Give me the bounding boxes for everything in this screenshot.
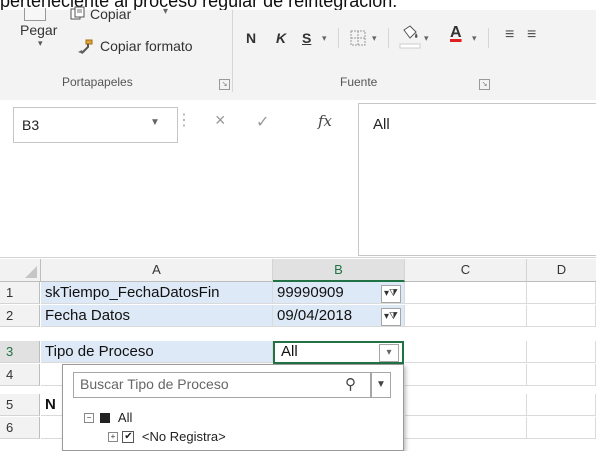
cell-d4[interactable] [527, 364, 596, 386]
cell-a2[interactable]: Fecha Datos [41, 305, 273, 327]
column-header-c[interactable]: C [405, 259, 527, 282]
confirm-entry-icon[interactable]: ✓ [256, 112, 269, 132]
formula-input[interactable] [358, 103, 596, 256]
filter-search-placeholder: Buscar Tipo de Proceso [80, 376, 229, 392]
format-painter-icon[interactable] [76, 38, 94, 56]
cell-d6[interactable] [527, 417, 596, 439]
copy-dropdown-icon[interactable]: ▾ [163, 6, 168, 17]
copy-button[interactable]: Copiar [90, 6, 131, 22]
copy-icon[interactable] [70, 6, 86, 20]
checkbox-checked-icon[interactable]: ✔ [122, 430, 135, 443]
tree-item-label: All [117, 410, 133, 426]
cell-c3[interactable] [405, 341, 527, 363]
tree-item-label: <No Registra> [141, 429, 226, 445]
font-color-icon[interactable]: A [450, 24, 462, 42]
cell-c1[interactable] [405, 282, 527, 304]
cell-c6[interactable] [405, 417, 527, 439]
font-color-dropdown-icon[interactable]: ▾ [472, 33, 477, 44]
collapse-icon[interactable]: − [84, 412, 94, 423]
column-header-a[interactable]: A [41, 259, 273, 282]
ribbon-divider [488, 28, 489, 48]
filter-dropdown-icon[interactable]: ▾⧩ [381, 285, 401, 303]
cell-d5[interactable] [527, 394, 596, 416]
clipboard-group-label: Portapapeles [62, 75, 133, 89]
cell-c4[interactable] [405, 364, 527, 386]
borders-dropdown-icon[interactable]: ▾ [372, 33, 377, 44]
row-header[interactable]: 5 [0, 394, 40, 416]
search-options-dropdown-icon[interactable]: ▼ [371, 372, 391, 398]
row-header[interactable]: 2 [0, 305, 40, 327]
expand-icon[interactable]: + [108, 431, 118, 442]
cell-c5[interactable] [405, 394, 527, 416]
fill-color-icon[interactable] [398, 24, 422, 50]
search-icon[interactable]: ⚲ [345, 375, 356, 393]
formula-bar-splitter-icon[interactable]: ⋮ [176, 110, 192, 130]
paste-dropdown-icon[interactable]: ▾ [38, 38, 43, 49]
select-all-triangle-icon [25, 266, 37, 278]
row-header[interactable]: 6 [0, 417, 40, 439]
underline-dropdown-icon[interactable]: ▾ [322, 33, 327, 44]
checkbox-partial-icon[interactable] [100, 412, 111, 423]
paste-button[interactable]: Pegar [20, 22, 57, 38]
filter-dropdown-icon[interactable]: ▾ [379, 344, 399, 362]
cell-a3[interactable]: Tipo de Proceso [41, 341, 273, 363]
font-group-label: Fuente [340, 75, 378, 89]
column-header-b[interactable]: B [273, 259, 405, 282]
ribbon-divider [388, 28, 389, 48]
row-header[interactable]: 1 [0, 282, 40, 304]
align-left-icon[interactable]: ≡ [505, 26, 514, 44]
cell-c2[interactable] [405, 305, 527, 327]
cell-d3[interactable] [527, 341, 596, 363]
row-header[interactable]: 4 [0, 364, 40, 386]
insert-function-icon[interactable]: fx [318, 112, 332, 130]
cell-d2[interactable] [527, 305, 596, 327]
bold-button[interactable]: N [246, 30, 256, 46]
name-box-value: B3 [22, 117, 40, 133]
italic-button[interactable]: K [276, 30, 286, 46]
tree-item-no-registra[interactable]: + ✔ <No Registra> [108, 428, 226, 446]
filter-dropdown-icon[interactable]: ▾⧩ [381, 308, 401, 326]
cancel-entry-icon[interactable]: × [215, 110, 226, 131]
borders-icon[interactable] [348, 28, 368, 48]
cell-b3-value: All [281, 343, 298, 360]
formula-input-value: All [373, 116, 390, 133]
paste-icon[interactable] [24, 8, 46, 21]
ribbon-divider [232, 10, 233, 92]
column-header-d[interactable]: D [527, 259, 596, 282]
format-painter-button[interactable]: Copiar formato [100, 38, 193, 54]
underline-button[interactable]: S [302, 30, 311, 46]
tree-item-all[interactable]: − All [84, 409, 132, 427]
fill-color-dropdown-icon[interactable]: ▾ [424, 33, 429, 44]
align-center-icon[interactable]: ≡ [527, 26, 536, 44]
name-box-dropdown-icon[interactable]: ▼ [150, 117, 160, 128]
select-all-corner[interactable] [0, 259, 41, 282]
clipboard-dialog-launcher-icon[interactable]: ↘ [219, 79, 230, 90]
ribbon-divider [338, 28, 339, 48]
cell-a1[interactable]: skTiempo_FechaDatosFin [41, 282, 273, 304]
row-header[interactable]: 3 [0, 341, 40, 363]
font-dialog-launcher-icon[interactable]: ↘ [479, 79, 490, 90]
cell-d1[interactable] [527, 282, 596, 304]
